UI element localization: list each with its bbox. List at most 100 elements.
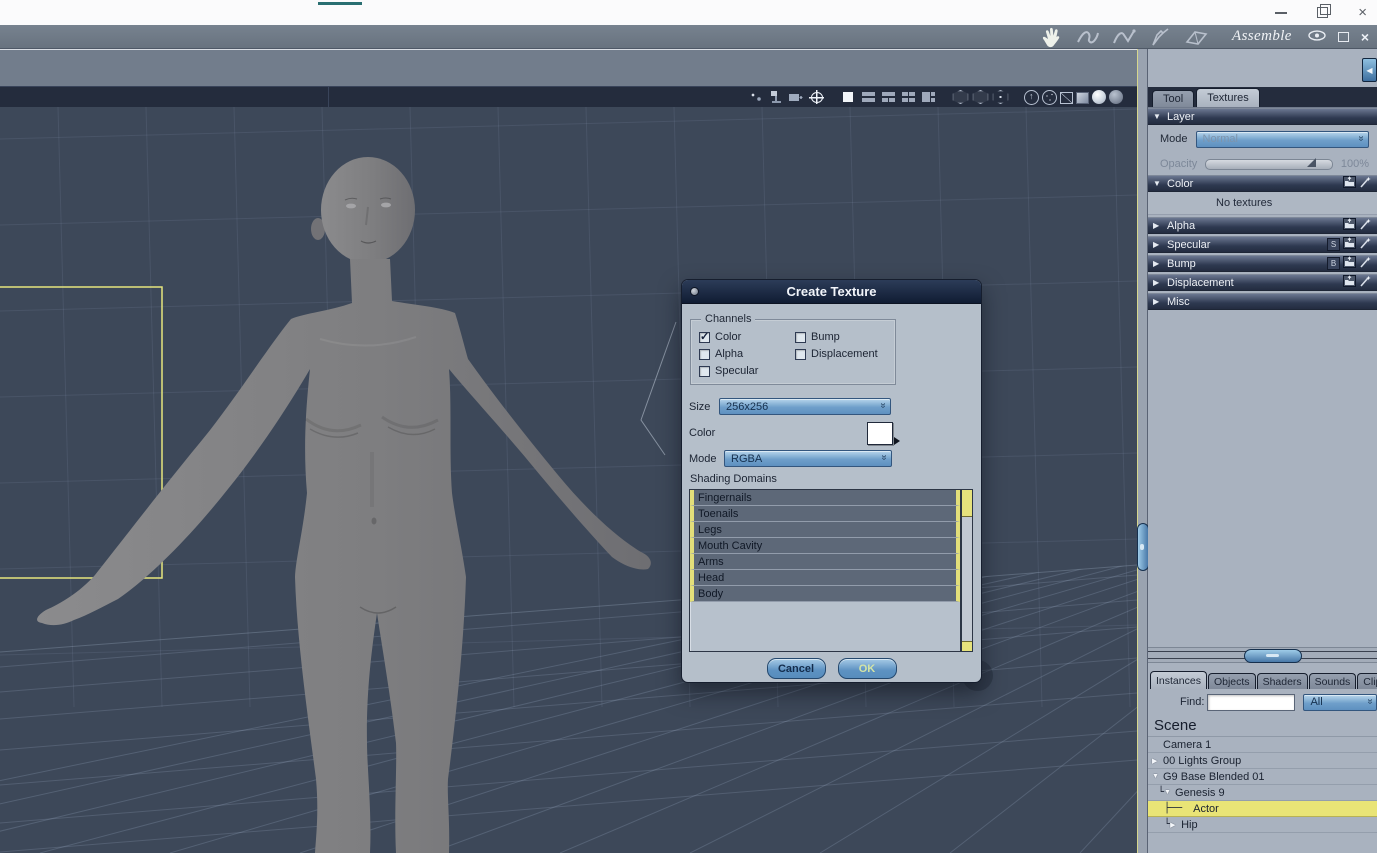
camera-icon[interactable] xyxy=(788,90,805,104)
cancel-button[interactable]: Cancel xyxy=(766,658,826,679)
color-swatch[interactable] xyxy=(867,422,900,445)
channel-option-color[interactable]: Color xyxy=(699,330,795,343)
shading-domains-list[interactable]: Fingernails Toenails Legs Mouth Cavity Arms H… xyxy=(689,489,961,652)
dialog-titlebar[interactable]: Create Texture xyxy=(682,280,981,304)
checkbox-color[interactable] xyxy=(699,330,710,343)
tab-clips[interactable]: Clips xyxy=(1357,673,1377,689)
channel-option-specular[interactable]: Specular xyxy=(699,365,795,377)
import-texture-icon[interactable] xyxy=(1343,237,1356,252)
channel-option-alpha[interactable]: Alpha xyxy=(699,348,795,360)
tree-item-00-lights-group[interactable]: ▶ 00 Lights Group xyxy=(1148,753,1377,769)
alpha-section-header[interactable]: ▶ Alpha xyxy=(1148,217,1377,234)
magic-wand-icon[interactable] xyxy=(1359,237,1372,252)
domain-row-body[interactable]: Body xyxy=(690,586,960,602)
layout-one-plus-two-icon[interactable] xyxy=(920,90,937,104)
import-texture-icon[interactable] xyxy=(1343,256,1356,271)
tree-item-genesis-9[interactable]: └ ▼ Genesis 9 xyxy=(1148,785,1377,801)
close-icon[interactable]: × xyxy=(1358,5,1367,20)
restore-icon[interactable] xyxy=(1317,4,1332,18)
scene-graph-icon[interactable] xyxy=(768,90,785,104)
display-box-icon[interactable] xyxy=(952,90,969,104)
checkbox-displacement[interactable] xyxy=(795,348,806,360)
checkbox-alpha[interactable] xyxy=(699,348,710,360)
find-input[interactable] xyxy=(1207,693,1296,711)
pen-tool-icon[interactable] xyxy=(1146,26,1174,48)
display-flat-icon[interactable] xyxy=(992,90,1009,104)
import-texture-icon[interactable] xyxy=(1343,275,1356,290)
show-points-icon[interactable] xyxy=(1042,89,1057,105)
collapse-panel-button[interactable]: ◀ xyxy=(1362,58,1377,82)
import-texture-icon[interactable] xyxy=(1343,176,1356,191)
tree-item-g9-base-blended-01[interactable]: ▼ G9 Base Blended 01 xyxy=(1148,769,1377,785)
domain-row-head[interactable]: Head xyxy=(690,570,960,586)
misc-section-header[interactable]: ▶ Misc xyxy=(1148,293,1377,310)
chevron-down-icon[interactable]: ▼ xyxy=(1152,773,1163,780)
specular-section-header[interactable]: ▶ Specular S xyxy=(1148,236,1377,253)
chevron-right-icon[interactable]: ▶ xyxy=(1152,757,1163,765)
tab-objects[interactable]: Objects xyxy=(1207,673,1256,689)
channel-option-displacement[interactable]: Displacement xyxy=(795,348,899,360)
layout-three-panes-icon[interactable] xyxy=(880,90,897,104)
curve-tool-icon[interactable] xyxy=(1110,26,1138,48)
tree-item-camera-1[interactable]: Camera 1 xyxy=(1148,737,1377,753)
wire-cube-icon[interactable] xyxy=(1060,92,1073,104)
mode-dropdown[interactable]: RGBA xyxy=(724,450,892,467)
minimize-icon[interactable] xyxy=(1275,11,1288,14)
vertical-splitter[interactable] xyxy=(1137,49,1149,853)
magic-wand-icon[interactable] xyxy=(1359,176,1372,191)
figure-genesis9[interactable] xyxy=(37,157,651,853)
import-texture-icon[interactable] xyxy=(1343,218,1356,233)
chevron-right-icon[interactable]: ▶ xyxy=(1170,821,1181,829)
display-wireframe-icon[interactable] xyxy=(972,90,989,104)
hand-tool-icon[interactable] xyxy=(1038,26,1066,48)
domain-row-mouth-cavity[interactable]: Mouth Cavity xyxy=(690,538,960,554)
lights-icon[interactable] xyxy=(748,90,765,104)
tree-item-actor[interactable]: ├── Actor xyxy=(1148,801,1377,817)
domain-row-legs[interactable]: Legs xyxy=(690,522,960,538)
magic-wand-icon[interactable] xyxy=(1359,256,1372,271)
channel-option-bump[interactable]: Bump xyxy=(795,331,899,343)
plane-tool-icon[interactable] xyxy=(1182,26,1210,48)
splitter-handle[interactable] xyxy=(1244,649,1302,663)
magic-wand-icon[interactable] xyxy=(1359,275,1372,290)
tab-sounds[interactable]: Sounds xyxy=(1308,673,1357,689)
bump-section-header[interactable]: ▶ Bump B xyxy=(1148,255,1377,272)
layout-single-icon[interactable] xyxy=(840,90,857,104)
checkbox-specular[interactable] xyxy=(699,365,710,377)
chevron-down-icon[interactable]: ▼ xyxy=(1164,789,1175,796)
manipulator-icon[interactable] xyxy=(808,90,825,104)
layout-two-rows-icon[interactable] xyxy=(860,90,877,104)
horizontal-splitter[interactable] xyxy=(1148,647,1377,663)
tab-tool[interactable]: Tool xyxy=(1152,90,1195,107)
size-dropdown[interactable]: 256x256 xyxy=(719,398,891,415)
scrollbar-end[interactable] xyxy=(962,641,972,651)
scrollbar-thumb[interactable] xyxy=(962,490,972,517)
tab-shaders[interactable]: Shaders xyxy=(1256,673,1308,689)
layer-section-header[interactable]: ▼ Layer xyxy=(1148,108,1377,125)
domain-row-arms[interactable]: Arms xyxy=(690,554,960,570)
layer-mode-dropdown[interactable]: Normal xyxy=(1195,130,1369,148)
find-filter-dropdown[interactable]: All xyxy=(1303,693,1377,711)
opacity-slider-thumb[interactable] xyxy=(1306,157,1316,167)
panel-restore-icon[interactable] xyxy=(1337,31,1349,42)
domain-row-fingernails[interactable]: Fingernails xyxy=(690,490,960,506)
displacement-section-header[interactable]: ▶ Displacement xyxy=(1148,274,1377,291)
layout-four-grid-icon[interactable] xyxy=(900,90,917,104)
checkbox-bump[interactable] xyxy=(795,331,806,343)
show-normals-icon[interactable] xyxy=(1024,89,1039,105)
solid-cube-icon[interactable] xyxy=(1076,92,1089,104)
color-section-header[interactable]: ▼ Color xyxy=(1148,175,1377,192)
textured-sphere-icon[interactable] xyxy=(1109,90,1123,104)
ok-button[interactable]: OK xyxy=(837,658,897,679)
soft-move-tool-icon[interactable] xyxy=(1074,26,1102,48)
domain-row-toenails[interactable]: Toenails xyxy=(690,506,960,522)
opacity-slider[interactable] xyxy=(1205,157,1333,170)
eye-icon[interactable] xyxy=(1308,28,1326,46)
magic-wand-icon[interactable] xyxy=(1359,218,1372,233)
dialog-menu-dot-icon[interactable] xyxy=(690,287,699,296)
smooth-sphere-icon[interactable] xyxy=(1092,90,1106,104)
tree-item-hip[interactable]: └ ▶ Hip xyxy=(1148,817,1377,833)
domains-scrollbar[interactable] xyxy=(961,489,973,652)
tab-textures[interactable]: Textures xyxy=(1196,88,1260,107)
tab-instances[interactable]: Instances xyxy=(1150,671,1207,689)
